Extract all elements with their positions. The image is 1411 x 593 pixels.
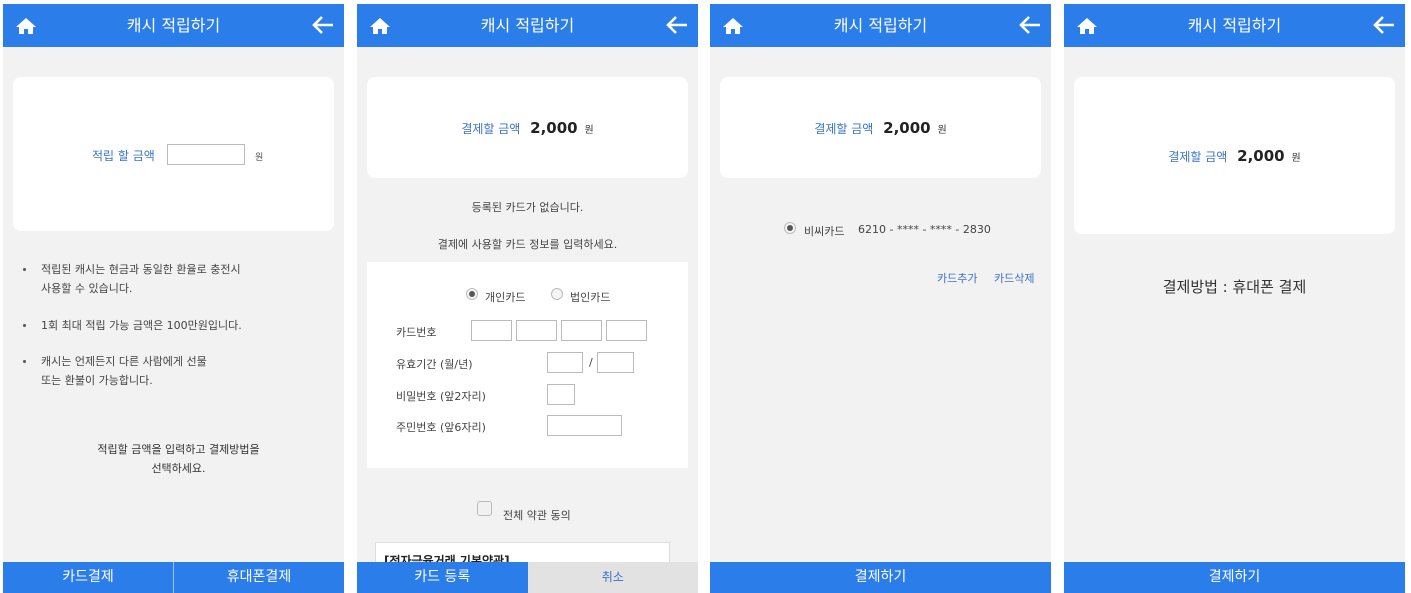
notice-item: 캐시는 언제든지 다른 사람에게 선물 또는 환불이 가능합니다. — [23, 352, 323, 390]
instruction-text: 적립할 금액을 입력하고 결제방법을 선택하세요. — [97, 443, 260, 475]
expiry-month-input[interactable] — [547, 352, 583, 373]
pay-button[interactable]: 결제하기 — [1064, 562, 1405, 593]
card-form: 개인카드 법인카드 카드번호 유효기간 (월/년) / 비밀번호 (앞2자리) … — [367, 262, 688, 468]
add-card-link[interactable]: 카드추가 — [937, 270, 977, 286]
phone-payment-button[interactable]: 휴대폰결제 — [174, 562, 344, 593]
card-payment-button[interactable]: 카드결제 — [3, 562, 174, 593]
amount-input[interactable] — [167, 144, 245, 165]
resident-number-label: 주민번호 (앞6자리) — [396, 421, 486, 434]
expiry-label: 유효기간 (월/년) — [396, 358, 473, 371]
enter-card-text: 결제에 사용할 카드 정보를 입력하세요. — [437, 238, 618, 251]
pay-amount-card: 결제할 금액 2,000 원 — [367, 77, 688, 178]
pay-amount-value: 2,000 — [530, 119, 578, 137]
pay-amount-card: 결제할 금액 2,000 원 — [720, 77, 1041, 178]
pay-amount-label: 결제할 금액 — [1168, 150, 1228, 164]
payment-method-bar: 카드결제 휴대폰결제 — [3, 562, 344, 593]
radio-personal-card[interactable] — [466, 288, 478, 300]
app-header: 캐시 적립하기 — [357, 4, 698, 47]
amount-card: 적립 할 금액 원 — [13, 77, 334, 231]
arrow-left-icon[interactable] — [312, 15, 334, 35]
screen-card-register: 캐시 적립하기 결제할 금액 2,000 원 등록된 카드가 없습니다. 결제에… — [357, 4, 698, 593]
saved-card-radio[interactable] — [784, 222, 796, 234]
saved-card-name: 비씨카드 — [804, 225, 845, 238]
pay-amount-card: 결제할 금액 2,000 원 — [1074, 77, 1395, 234]
app-header: 캐시 적립하기 — [710, 4, 1051, 47]
delete-card-link[interactable]: 카드삭제 — [994, 270, 1034, 286]
screen-card-select: 캐시 적립하기 결제할 금액 2,000 원 비씨카드 6210 - **** … — [710, 4, 1051, 593]
card-number-input-4[interactable] — [606, 320, 647, 341]
card-number-input-1[interactable] — [471, 320, 512, 341]
agree-all-checkbox[interactable] — [477, 501, 492, 516]
notice-item: 1회 최대 적립 가능 금액은 100만원입니다. — [23, 316, 323, 335]
notice-item: 적립된 캐시는 현금과 동일한 환율로 충전시 사용할 수 있습니다. — [23, 260, 323, 298]
payment-method-text: 결제방법 : 휴대폰 결제 — [1162, 278, 1307, 296]
saved-card-number: 6210 - **** - **** - 2830 — [858, 223, 991, 236]
arrow-left-icon[interactable] — [666, 15, 688, 35]
pay-amount-unit: 원 — [584, 125, 594, 136]
page-title: 캐시 적립하기 — [1187, 16, 1282, 35]
card-number-input-3[interactable] — [561, 320, 602, 341]
page-title: 캐시 적립하기 — [126, 16, 221, 35]
pay-amount-value: 2,000 — [1237, 147, 1285, 165]
radio-corporate-label: 법인카드 — [570, 291, 611, 304]
pay-amount-label: 결제할 금액 — [461, 122, 521, 136]
pay-amount-unit: 원 — [937, 125, 947, 136]
register-bar: 카드 등록 취소 — [357, 562, 698, 593]
screen-cash-charge-amount: 캐시 적립하기 적립 할 금액 원 적립된 캐시는 현금과 동일한 환율로 충전… — [3, 4, 344, 593]
pay-amount-label: 결제할 금액 — [814, 122, 874, 136]
card-number-label: 카드번호 — [396, 326, 437, 339]
agree-all-label: 전체 약관 동의 — [503, 509, 571, 522]
pay-amount-unit: 원 — [1291, 153, 1301, 164]
pay-amount-value: 2,000 — [883, 119, 931, 137]
page-title: 캐시 적립하기 — [480, 16, 575, 35]
resident-number-input[interactable] — [547, 415, 622, 436]
amount-unit: 원 — [255, 153, 264, 163]
page-title: 캐시 적립하기 — [833, 16, 928, 35]
expiry-year-input[interactable] — [597, 352, 634, 373]
pay-button[interactable]: 결제하기 — [710, 562, 1051, 593]
password-label: 비밀번호 (앞2자리) — [396, 390, 486, 403]
card-number-input-2[interactable] — [516, 320, 557, 341]
app-header: 캐시 적립하기 — [1064, 4, 1405, 47]
radio-personal-label: 개인카드 — [485, 291, 526, 304]
app-header: 캐시 적립하기 — [3, 4, 344, 47]
arrow-left-icon[interactable] — [1019, 15, 1041, 35]
card-register-button[interactable]: 카드 등록 — [357, 562, 528, 593]
amount-label: 적립 할 금액 — [92, 149, 155, 163]
expiry-separator: / — [589, 356, 593, 369]
screen-phone-payment: 캐시 적립하기 결제할 금액 2,000 원 결제방법 : 휴대폰 결제 결제하… — [1064, 4, 1405, 593]
password-input[interactable] — [547, 384, 575, 405]
cancel-button[interactable]: 취소 — [527, 562, 698, 593]
radio-corporate-card[interactable] — [551, 288, 563, 300]
arrow-left-icon[interactable] — [1373, 15, 1395, 35]
no-card-text: 등록된 카드가 없습니다. — [471, 201, 584, 214]
